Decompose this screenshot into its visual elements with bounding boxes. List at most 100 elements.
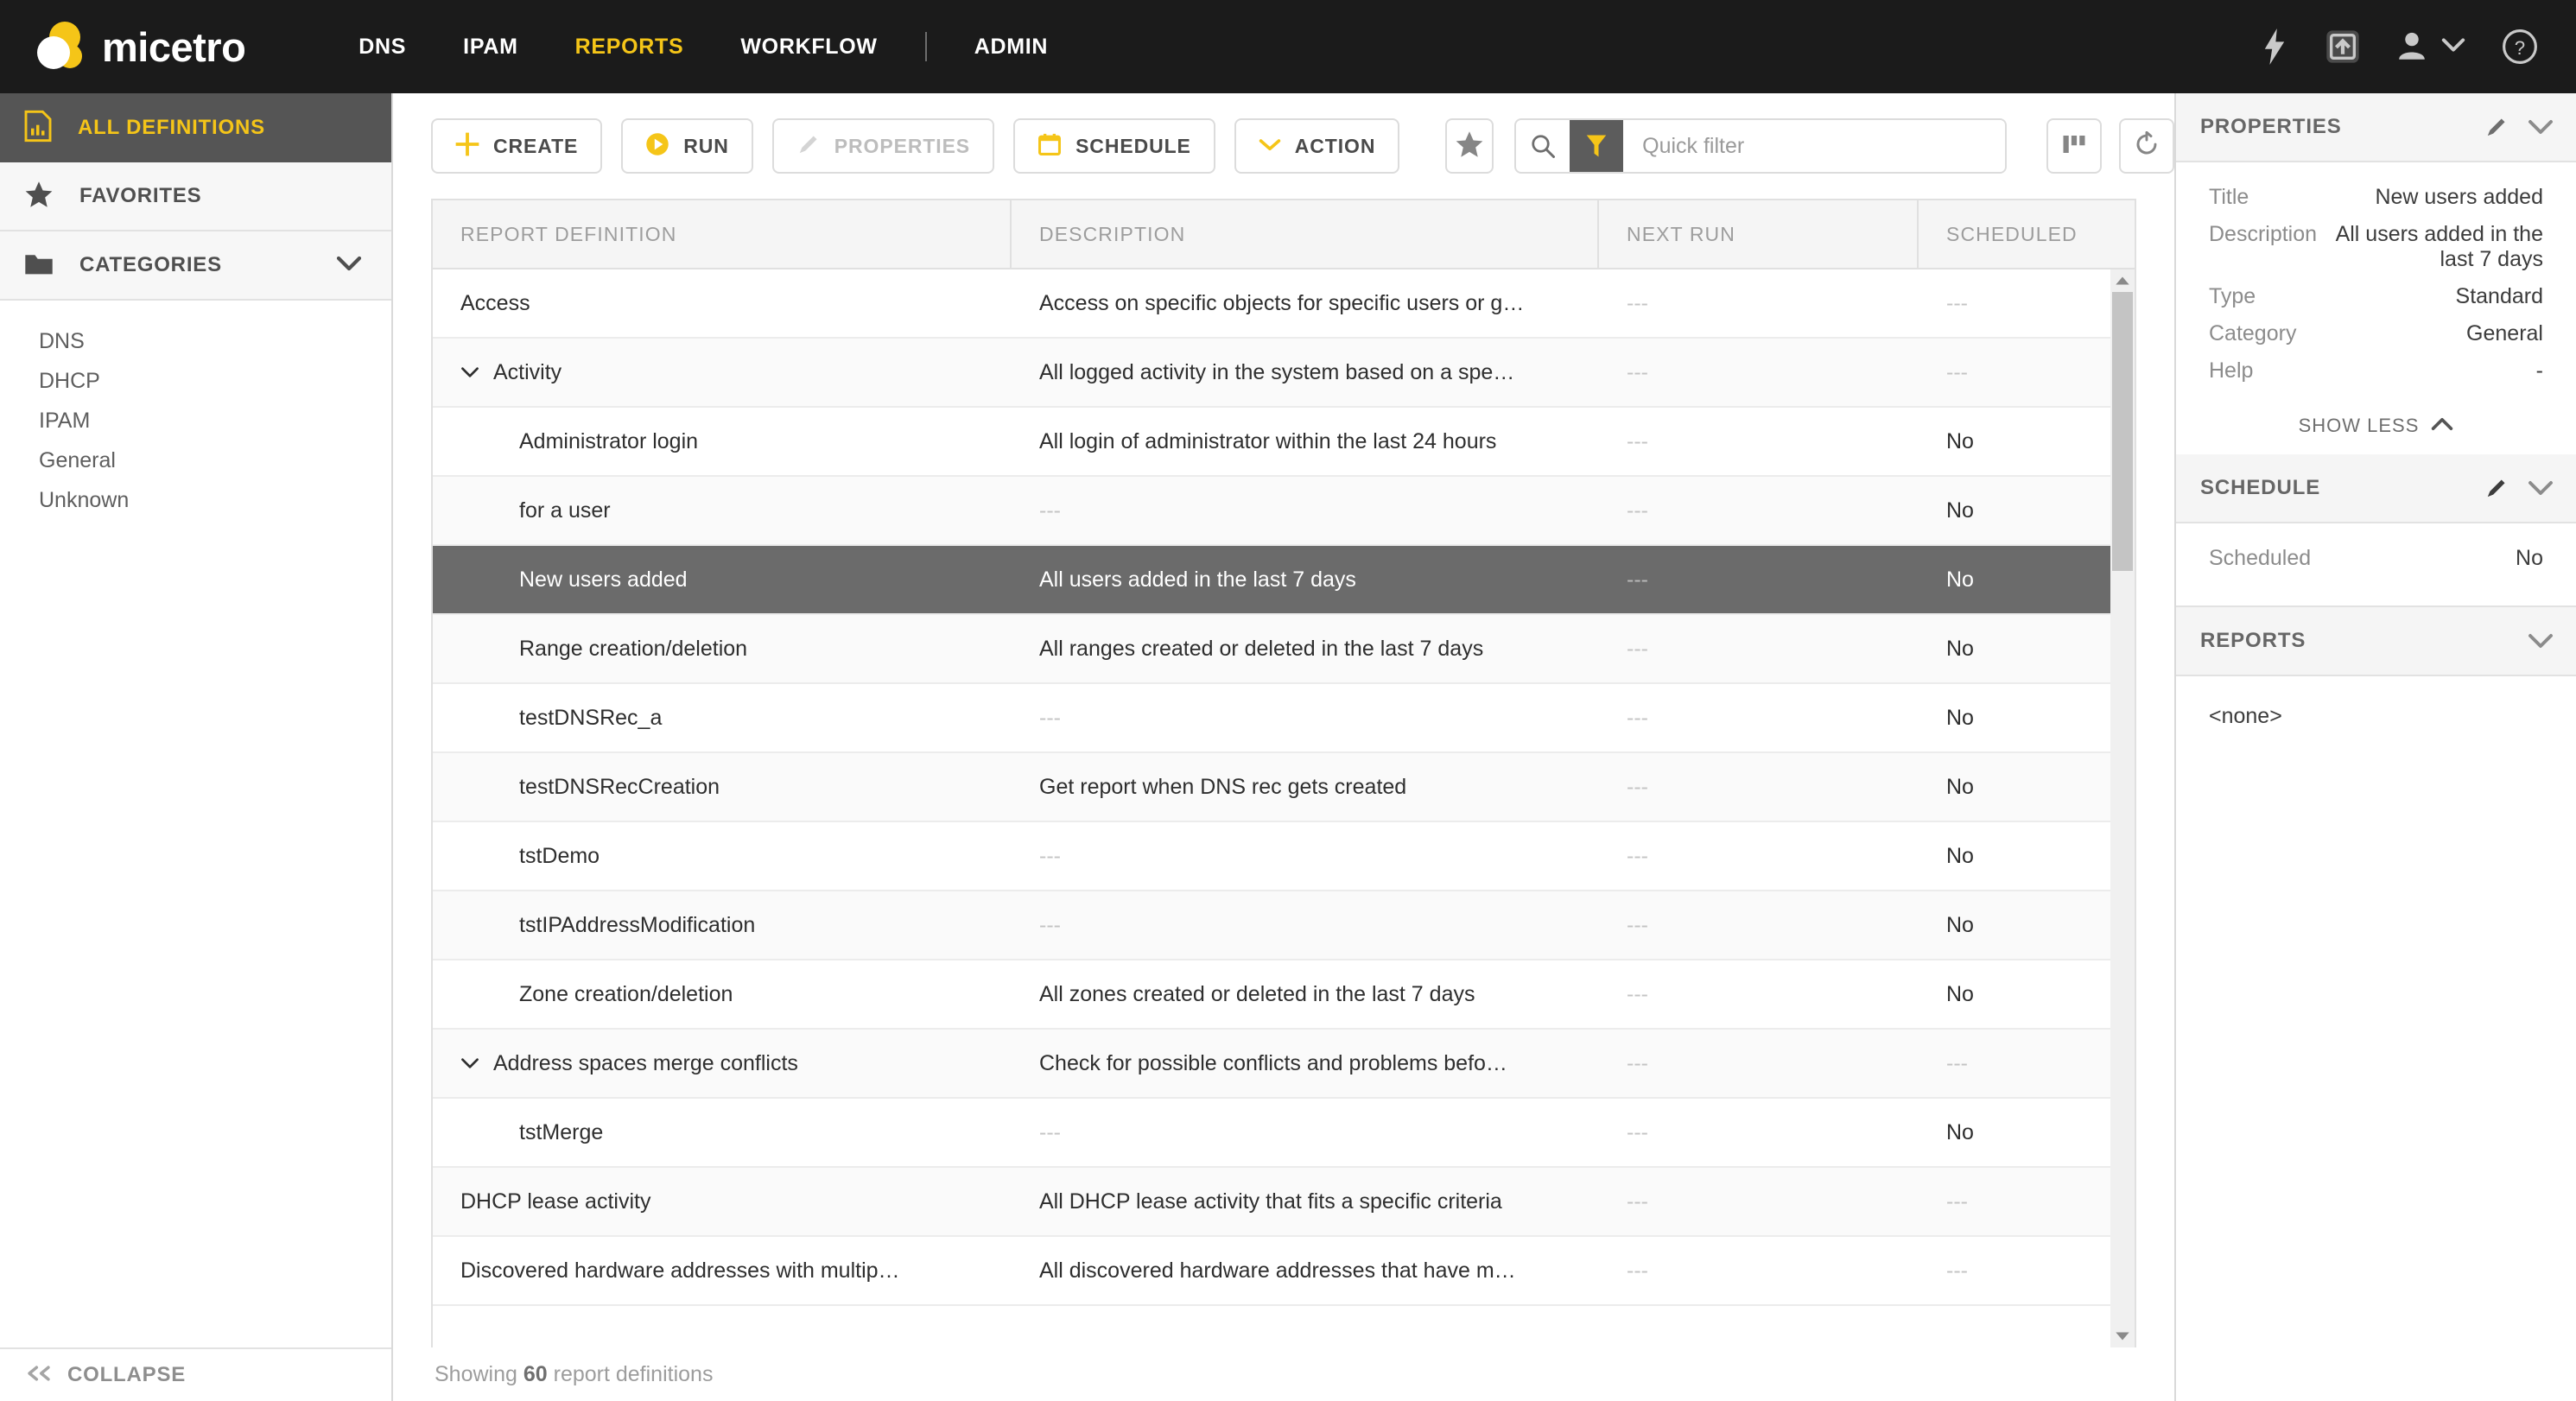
sidebar-category-list: DNS DHCP IPAM General Unknown (0, 301, 391, 520)
schedule-section-header[interactable]: SCHEDULE (2176, 454, 2576, 523)
cell-report-definition: New users added (433, 567, 1012, 593)
sidebar-item-all-definitions[interactable]: ALL DEFINITIONS (0, 93, 391, 162)
column-header-description[interactable]: DESCRIPTION (1012, 200, 1599, 268)
sidebar-collapse-button[interactable]: COLLAPSE (0, 1347, 391, 1401)
column-header-report-definition[interactable]: REPORT DEFINITION (433, 200, 1012, 268)
nav-item-reports[interactable]: REPORTS (547, 35, 713, 60)
table-row[interactable]: Zone creation/deletionAll zones created … (433, 960, 2110, 1030)
lightning-bolt-icon[interactable] (2260, 29, 2289, 65)
pencil-icon[interactable] (2484, 115, 2509, 139)
sidebar-item-favorites-label: FAVORITES (79, 184, 201, 208)
refresh-button[interactable] (2119, 118, 2174, 174)
status-text: Showing 60 report definitions (435, 1362, 713, 1387)
table-row[interactable]: Discovered hardware addresses with multi… (433, 1237, 2110, 1306)
properties-button-label: PROPERTIES (834, 135, 970, 158)
property-key: Type (2209, 284, 2256, 309)
cell-scheduled: No (1919, 775, 2110, 800)
cell-description: Get report when DNS rec gets created (1012, 775, 1599, 800)
funnel-icon[interactable] (1570, 120, 1623, 172)
scrollbar-track[interactable] (2110, 292, 2135, 1325)
columns-button[interactable] (2046, 118, 2102, 174)
report-definitions-table: REPORT DEFINITION DESCRIPTION NEXT RUN S… (431, 199, 2136, 1347)
chevron-down-icon[interactable] (2528, 633, 2554, 649)
scrollbar-thumb[interactable] (2112, 292, 2133, 571)
search-icon[interactable] (1516, 120, 1570, 172)
upload-box-icon[interactable] (2325, 29, 2360, 64)
top-navigation-bar: micetro DNS IPAM REPORTS WORKFLOW ADMIN (0, 0, 2576, 93)
sidebar-item-categories[interactable]: CATEGORIES (0, 231, 391, 301)
chevron-down-icon[interactable] (460, 1057, 479, 1069)
nav-item-admin[interactable]: ADMIN (946, 35, 1076, 60)
pencil-icon[interactable] (2484, 476, 2509, 500)
table-row[interactable]: tstIPAddressModification------No (433, 891, 2110, 960)
cell-next-run: --- (1599, 775, 1919, 800)
table-row[interactable]: ActivityAll logged activity in the syste… (433, 339, 2110, 408)
details-panel: PROPERTIES Title New users added Descrip… (2174, 93, 2576, 1401)
cell-scheduled: --- (1919, 1258, 2110, 1284)
run-button-label: RUN (683, 135, 729, 158)
table-row[interactable]: tstDemo------No (433, 822, 2110, 891)
schedule-key: Scheduled (2209, 546, 2311, 571)
table-row[interactable]: for a user------No (433, 477, 2110, 546)
quick-filter-input[interactable] (1623, 120, 2005, 172)
column-header-scheduled[interactable]: SCHEDULED (1919, 200, 2135, 268)
table-vertical-scrollbar[interactable] (2110, 269, 2135, 1347)
chevron-down-icon[interactable] (2528, 119, 2554, 135)
chevron-down-icon[interactable] (336, 256, 362, 276)
cell-next-run: --- (1599, 360, 1919, 385)
table-row[interactable]: DHCP lease activityAll DHCP lease activi… (433, 1168, 2110, 1237)
nav-item-ipam[interactable]: IPAM (435, 35, 546, 60)
body-row: ALL DEFINITIONS FAVORITES CATEGORIES DNS (0, 93, 2576, 1401)
nav-item-dns[interactable]: DNS (330, 35, 435, 60)
plus-icon (455, 132, 479, 161)
column-header-next-run[interactable]: NEXT RUN (1599, 200, 1919, 268)
help-circle-icon[interactable]: ? (2502, 29, 2538, 65)
cell-description: All users added in the last 7 days (1012, 567, 1599, 593)
reports-section-title: REPORTS (2200, 629, 2509, 653)
cell-scheduled: No (1919, 982, 2110, 1007)
sidebar-category-dhcp[interactable]: DHCP (0, 361, 391, 401)
sidebar-category-dns[interactable]: DNS (0, 321, 391, 361)
run-button[interactable]: RUN (621, 118, 753, 174)
table-row[interactable]: New users addedAll users added in the la… (433, 546, 2110, 615)
cell-next-run: --- (1599, 567, 1919, 593)
properties-section-header[interactable]: PROPERTIES (2176, 93, 2576, 162)
table-row[interactable]: testDNSRecCreationGet report when DNS re… (433, 753, 2110, 822)
sidebar-item-favorites[interactable]: FAVORITES (0, 162, 391, 231)
scroll-down-arrow-icon[interactable] (2110, 1325, 2135, 1347)
cell-scheduled: --- (1919, 1189, 2110, 1214)
property-key: Description (2209, 222, 2317, 247)
cell-report-definition-text: Discovered hardware addresses with multi… (460, 1258, 900, 1284)
create-button[interactable]: CREATE (431, 118, 602, 174)
cell-scheduled: No (1919, 637, 2110, 662)
show-less-button[interactable]: SHOW LESS (2209, 396, 2543, 454)
table-row[interactable]: testDNSRec_a------No (433, 684, 2110, 753)
property-value: All users added in the last 7 days (2317, 222, 2543, 272)
favorite-toggle-button[interactable] (1445, 118, 1494, 174)
user-menu[interactable] (2396, 29, 2465, 65)
schedule-button[interactable]: SCHEDULE (1013, 118, 1215, 174)
scroll-up-arrow-icon[interactable] (2110, 269, 2135, 292)
table-row[interactable]: Administrator loginAll login of administ… (433, 408, 2110, 477)
action-button[interactable]: ACTION (1234, 118, 1400, 174)
cell-report-definition: Zone creation/deletion (433, 982, 1012, 1007)
nav-item-workflow[interactable]: WORKFLOW (712, 35, 905, 60)
chevron-down-icon[interactable] (2528, 480, 2554, 496)
sidebar-category-general[interactable]: General (0, 441, 391, 480)
cell-description: Check for possible conflicts and problem… (1012, 1051, 1599, 1076)
sidebar-category-ipam[interactable]: IPAM (0, 401, 391, 441)
double-chevron-left-icon (26, 1365, 52, 1386)
toolbar-right-actions (2046, 118, 2174, 174)
status-prefix: Showing (435, 1362, 523, 1386)
chevron-down-icon[interactable] (460, 366, 479, 378)
sidebar-category-unknown[interactable]: Unknown (0, 480, 391, 520)
table-row[interactable]: tstMerge------No (433, 1099, 2110, 1168)
table-row[interactable]: Range creation/deletionAll ranges create… (433, 615, 2110, 684)
table-row[interactable]: Address spaces merge conflictsCheck for … (433, 1030, 2110, 1099)
brand-logo[interactable]: micetro (35, 20, 245, 73)
reports-section-header[interactable]: REPORTS (2176, 607, 2576, 676)
table-row[interactable]: AccessAccess on specific objects for spe… (433, 269, 2110, 339)
cell-description: All logged activity in the system based … (1012, 360, 1599, 385)
star-icon (24, 181, 54, 212)
properties-button[interactable]: PROPERTIES (772, 118, 994, 174)
